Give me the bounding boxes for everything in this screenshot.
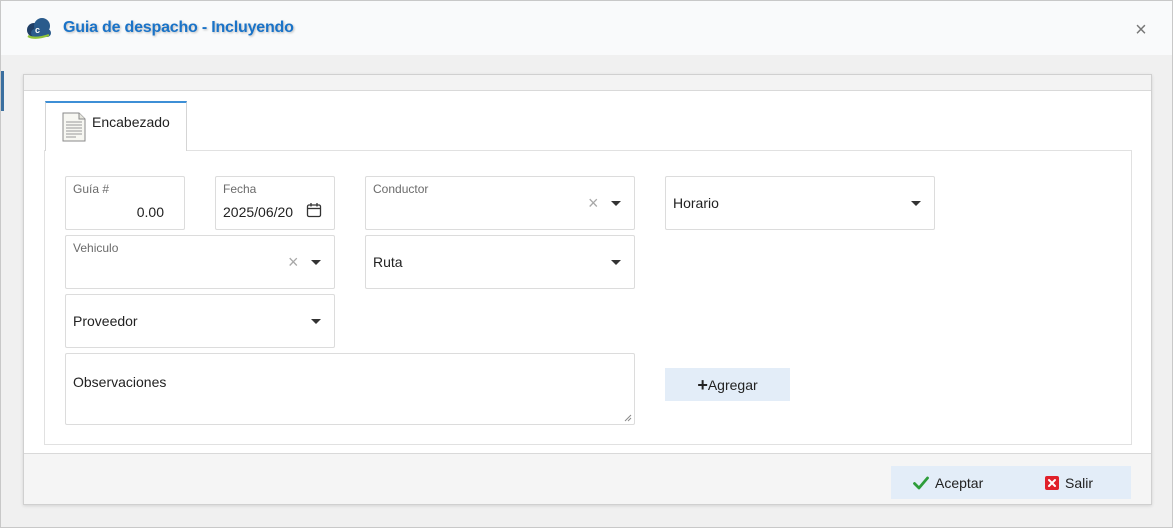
tab-content: Guía # 0.00 Fecha 2025/06/20 Conductor × — [44, 150, 1132, 445]
dialog-window: c Guia de despacho - Incluyendo × Encabe… — [0, 0, 1173, 528]
tab-encabezado[interactable]: Encabezado — [45, 101, 187, 151]
svg-text:c: c — [35, 25, 40, 35]
tab-label: Encabezado — [92, 114, 170, 130]
form-panel: Encabezado Guía # 0.00 Fecha 2025/06/20 — [23, 74, 1152, 505]
aceptar-button[interactable]: Aceptar — [913, 466, 983, 499]
fecha-field[interactable]: Fecha 2025/06/20 — [215, 176, 335, 230]
chevron-down-icon[interactable] — [611, 260, 621, 265]
plus-icon: + — [697, 375, 708, 395]
chevron-down-icon[interactable] — [311, 319, 321, 324]
vehiculo-select[interactable]: Vehiculo × — [65, 235, 335, 289]
fecha-value: 2025/06/20 — [223, 204, 294, 220]
aceptar-label: Aceptar — [935, 474, 984, 491]
agregar-button[interactable]: +Agregar — [665, 368, 790, 401]
vehiculo-label: Vehiculo — [73, 241, 119, 255]
observaciones-textarea[interactable]: Observaciones — [65, 353, 635, 425]
dialog-footer: Aceptar Salir — [24, 453, 1151, 504]
guia-number-field[interactable]: Guía # 0.00 — [65, 176, 185, 230]
close-icon[interactable]: × — [1132, 20, 1150, 40]
background-stripe — [1, 71, 4, 111]
salir-button[interactable]: Salir — [1045, 466, 1093, 499]
check-icon — [913, 476, 929, 489]
close-box-icon — [1045, 475, 1059, 490]
document-icon — [62, 112, 86, 142]
guia-value: 0.00 — [136, 204, 164, 220]
panel-header-bar — [24, 75, 1151, 91]
salir-label: Salir — [1065, 474, 1094, 491]
proveedor-select[interactable]: Proveedor — [65, 294, 335, 348]
horario-select[interactable]: Horario — [665, 176, 935, 230]
chevron-down-icon[interactable] — [611, 201, 621, 206]
conductor-select[interactable]: Conductor × — [365, 176, 635, 230]
ruta-select[interactable]: Ruta — [365, 235, 635, 289]
agregar-label: Agregar — [707, 377, 758, 393]
dialog-titlebar: c Guia de despacho - Incluyendo × — [1, 1, 1172, 55]
calendar-icon[interactable] — [306, 202, 322, 218]
proveedor-placeholder: Proveedor — [73, 313, 138, 329]
resize-grip-icon[interactable] — [624, 414, 632, 422]
chevron-down-icon[interactable] — [311, 260, 321, 265]
fecha-label: Fecha — [223, 182, 257, 196]
guia-label: Guía # — [73, 182, 110, 196]
ruta-placeholder: Ruta — [373, 254, 403, 270]
clear-icon[interactable]: × — [588, 194, 599, 212]
chevron-down-icon[interactable] — [911, 201, 921, 206]
footer-button-group: Aceptar Salir — [891, 466, 1131, 499]
conductor-label: Conductor — [373, 182, 429, 196]
cloud-logo-icon: c — [27, 18, 51, 39]
observaciones-placeholder: Observaciones — [73, 374, 167, 390]
horario-placeholder: Horario — [673, 195, 719, 211]
dialog-title: Guia de despacho - Incluyendo — [63, 19, 294, 36]
clear-icon[interactable]: × — [288, 253, 299, 271]
